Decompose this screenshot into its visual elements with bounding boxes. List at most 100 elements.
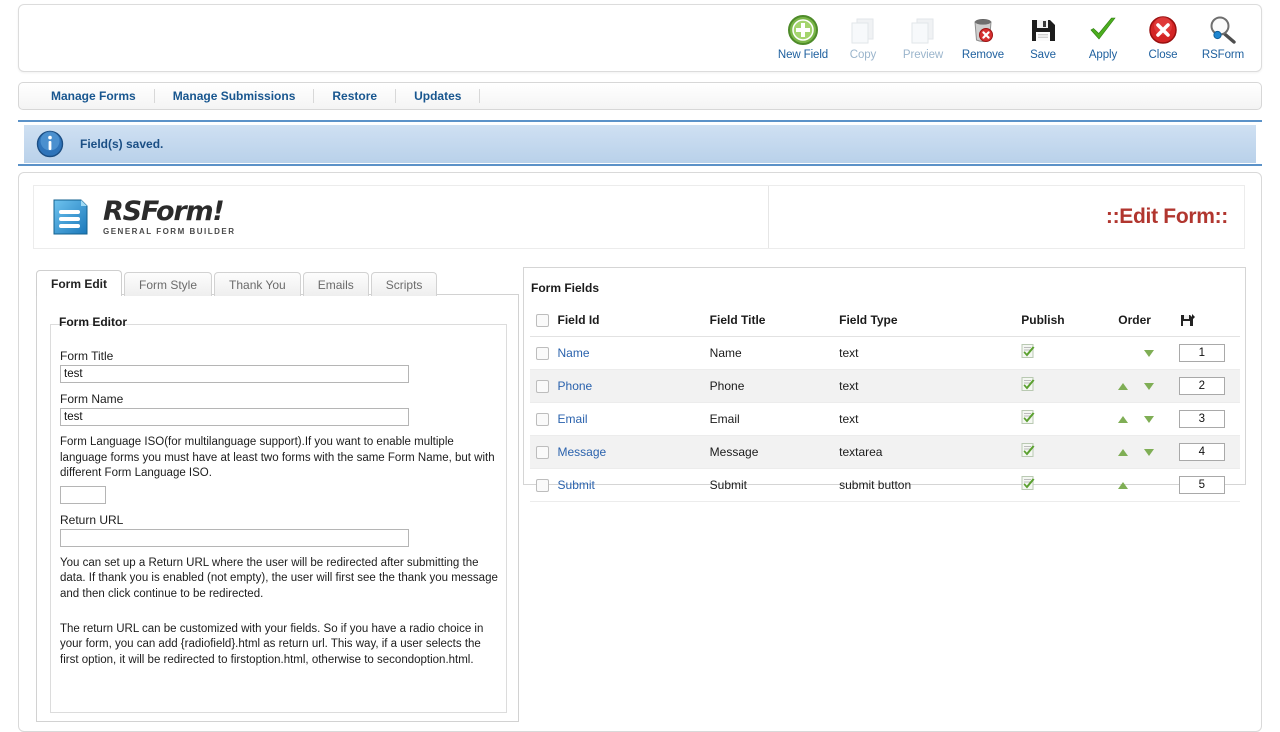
order-down-arrow[interactable] bbox=[1144, 416, 1154, 423]
toolbar-button-apply[interactable]: Apply bbox=[1073, 9, 1133, 61]
toolbar-label: Preview bbox=[903, 49, 943, 61]
cell-order-value bbox=[1179, 436, 1240, 469]
order-input[interactable] bbox=[1179, 476, 1225, 494]
copy-pages-icon bbox=[847, 14, 879, 46]
column-header-publish[interactable]: Publish bbox=[1021, 306, 1118, 337]
toolbar-label: Close bbox=[1149, 49, 1178, 61]
order-input[interactable] bbox=[1179, 377, 1225, 395]
cell-order-arrows bbox=[1118, 403, 1179, 436]
published-check-icon[interactable] bbox=[1021, 410, 1035, 425]
field-id-link[interactable]: Phone bbox=[558, 379, 593, 393]
toolbar-button-new-field[interactable]: New Field bbox=[773, 9, 833, 61]
cell-order-arrows bbox=[1118, 436, 1179, 469]
row-checkbox[interactable] bbox=[536, 446, 549, 459]
order-input[interactable] bbox=[1179, 410, 1225, 428]
cell-field-title: Phone bbox=[710, 370, 839, 403]
magnifier-icon bbox=[1207, 14, 1239, 46]
form-title-label: Form Title bbox=[60, 349, 496, 363]
save-order-icon[interactable] bbox=[1179, 312, 1195, 328]
toolbar-button-remove[interactable]: Remove bbox=[953, 9, 1013, 61]
tab-scripts[interactable]: Scripts bbox=[371, 272, 438, 296]
logo-wordmark: RSForm! bbox=[103, 198, 236, 225]
field-id-link[interactable]: Submit bbox=[558, 478, 595, 492]
row-checkbox-cell bbox=[530, 436, 558, 469]
form-fields-table-body: Name Name text bbox=[530, 337, 1240, 502]
tab-emails[interactable]: Emails bbox=[303, 272, 369, 296]
rsform-document-icon bbox=[48, 194, 94, 240]
order-down-arrow[interactable] bbox=[1144, 383, 1154, 390]
table-row: Submit Submit submit button bbox=[530, 469, 1240, 502]
trash-delete-icon bbox=[967, 14, 999, 46]
form-editor-fieldset: Form Title Form Name Form Language ISO(f… bbox=[50, 324, 507, 713]
return-url-label: Return URL bbox=[60, 513, 496, 527]
return-url-help-primary: You can set up a Return URL where the us… bbox=[60, 556, 500, 603]
submenu-item-manage-forms[interactable]: Manage Forms bbox=[33, 89, 155, 103]
cell-order-value bbox=[1179, 337, 1240, 370]
toolbar-label: Save bbox=[1030, 49, 1056, 61]
form-name-input[interactable] bbox=[60, 408, 409, 426]
toolbar-button-preview[interactable]: Preview bbox=[893, 9, 953, 61]
return-url-help-secondary: The return URL can be customized with yo… bbox=[60, 622, 500, 669]
cell-order-value bbox=[1179, 403, 1240, 436]
tab-form-edit[interactable]: Form Edit bbox=[36, 270, 122, 296]
tab-thank-you[interactable]: Thank You bbox=[214, 272, 301, 296]
column-header-order[interactable]: Order bbox=[1118, 306, 1179, 337]
submenu-item-updates[interactable]: Updates bbox=[396, 89, 480, 103]
published-check-icon[interactable] bbox=[1021, 344, 1035, 359]
order-up-arrow[interactable] bbox=[1118, 449, 1128, 456]
cell-publish bbox=[1021, 370, 1118, 403]
row-checkbox[interactable] bbox=[536, 347, 549, 360]
cell-field-id: Submit bbox=[558, 469, 710, 502]
order-up-arrow[interactable] bbox=[1118, 482, 1128, 489]
column-header-field-id[interactable]: Field Id bbox=[558, 306, 710, 337]
submenu-item-manage-submissions[interactable]: Manage Submissions bbox=[155, 89, 315, 103]
toolbar-button-copy[interactable]: Copy bbox=[833, 9, 893, 61]
order-input[interactable] bbox=[1179, 344, 1225, 362]
toolbar-label: Remove bbox=[962, 49, 1004, 61]
submenu-item-restore[interactable]: Restore bbox=[314, 89, 396, 103]
order-up-arrow[interactable] bbox=[1118, 383, 1128, 390]
form-fields-legend: Form Fields bbox=[531, 281, 599, 295]
cell-field-id: Email bbox=[558, 403, 710, 436]
table-row: Name Name text bbox=[530, 337, 1240, 370]
cell-field-title: Email bbox=[710, 403, 839, 436]
form-edit-tab-panel: Form Title Form Name Form Language ISO(f… bbox=[36, 294, 519, 722]
logo-cell: RSForm! GENERAL FORM BUILDER bbox=[34, 186, 769, 248]
table-row: Message Message textarea bbox=[530, 436, 1240, 469]
field-id-link[interactable]: Name bbox=[558, 346, 590, 360]
toolbar-label: Copy bbox=[850, 49, 876, 61]
order-up-arrow[interactable] bbox=[1118, 416, 1128, 423]
table-row: Phone Phone text bbox=[530, 370, 1240, 403]
toolbar-button-rsform[interactable]: RSForm bbox=[1193, 9, 1253, 61]
rsform-logo: RSForm! GENERAL FORM BUILDER bbox=[48, 194, 236, 240]
published-check-icon[interactable] bbox=[1021, 377, 1035, 392]
toolbar-label: New Field bbox=[778, 49, 828, 61]
select-all-checkbox[interactable] bbox=[536, 314, 549, 327]
row-checkbox-cell bbox=[530, 370, 558, 403]
row-checkbox-cell bbox=[530, 469, 558, 502]
toolbar: New Field Copy Preview bbox=[773, 9, 1253, 61]
row-checkbox[interactable] bbox=[536, 380, 549, 393]
toolbar-button-save[interactable]: Save bbox=[1013, 9, 1073, 61]
order-down-arrow[interactable] bbox=[1144, 350, 1154, 357]
order-down-arrow[interactable] bbox=[1144, 449, 1154, 456]
row-checkbox[interactable] bbox=[536, 413, 549, 426]
published-check-icon[interactable] bbox=[1021, 443, 1035, 458]
form-language-iso-input[interactable] bbox=[60, 486, 106, 504]
tab-form-style[interactable]: Form Style bbox=[124, 272, 212, 296]
column-header-field-title[interactable]: Field Title bbox=[710, 306, 839, 337]
return-url-input[interactable] bbox=[60, 529, 409, 547]
select-all-header bbox=[530, 306, 558, 337]
column-header-save-order bbox=[1179, 306, 1240, 337]
column-header-field-type[interactable]: Field Type bbox=[839, 306, 1021, 337]
row-checkbox[interactable] bbox=[536, 479, 549, 492]
toolbar-button-close[interactable]: Close bbox=[1133, 9, 1193, 61]
published-check-icon[interactable] bbox=[1021, 476, 1035, 491]
tab-bar: Form Edit Form Style Thank You Emails Sc… bbox=[36, 270, 439, 296]
system-message-text: Field(s) saved. bbox=[80, 137, 163, 151]
field-id-link[interactable]: Email bbox=[558, 412, 588, 426]
form-title-input[interactable] bbox=[60, 365, 409, 383]
field-id-link[interactable]: Message bbox=[558, 445, 607, 459]
order-input[interactable] bbox=[1179, 443, 1225, 461]
toolbar-label: Apply bbox=[1089, 49, 1117, 61]
